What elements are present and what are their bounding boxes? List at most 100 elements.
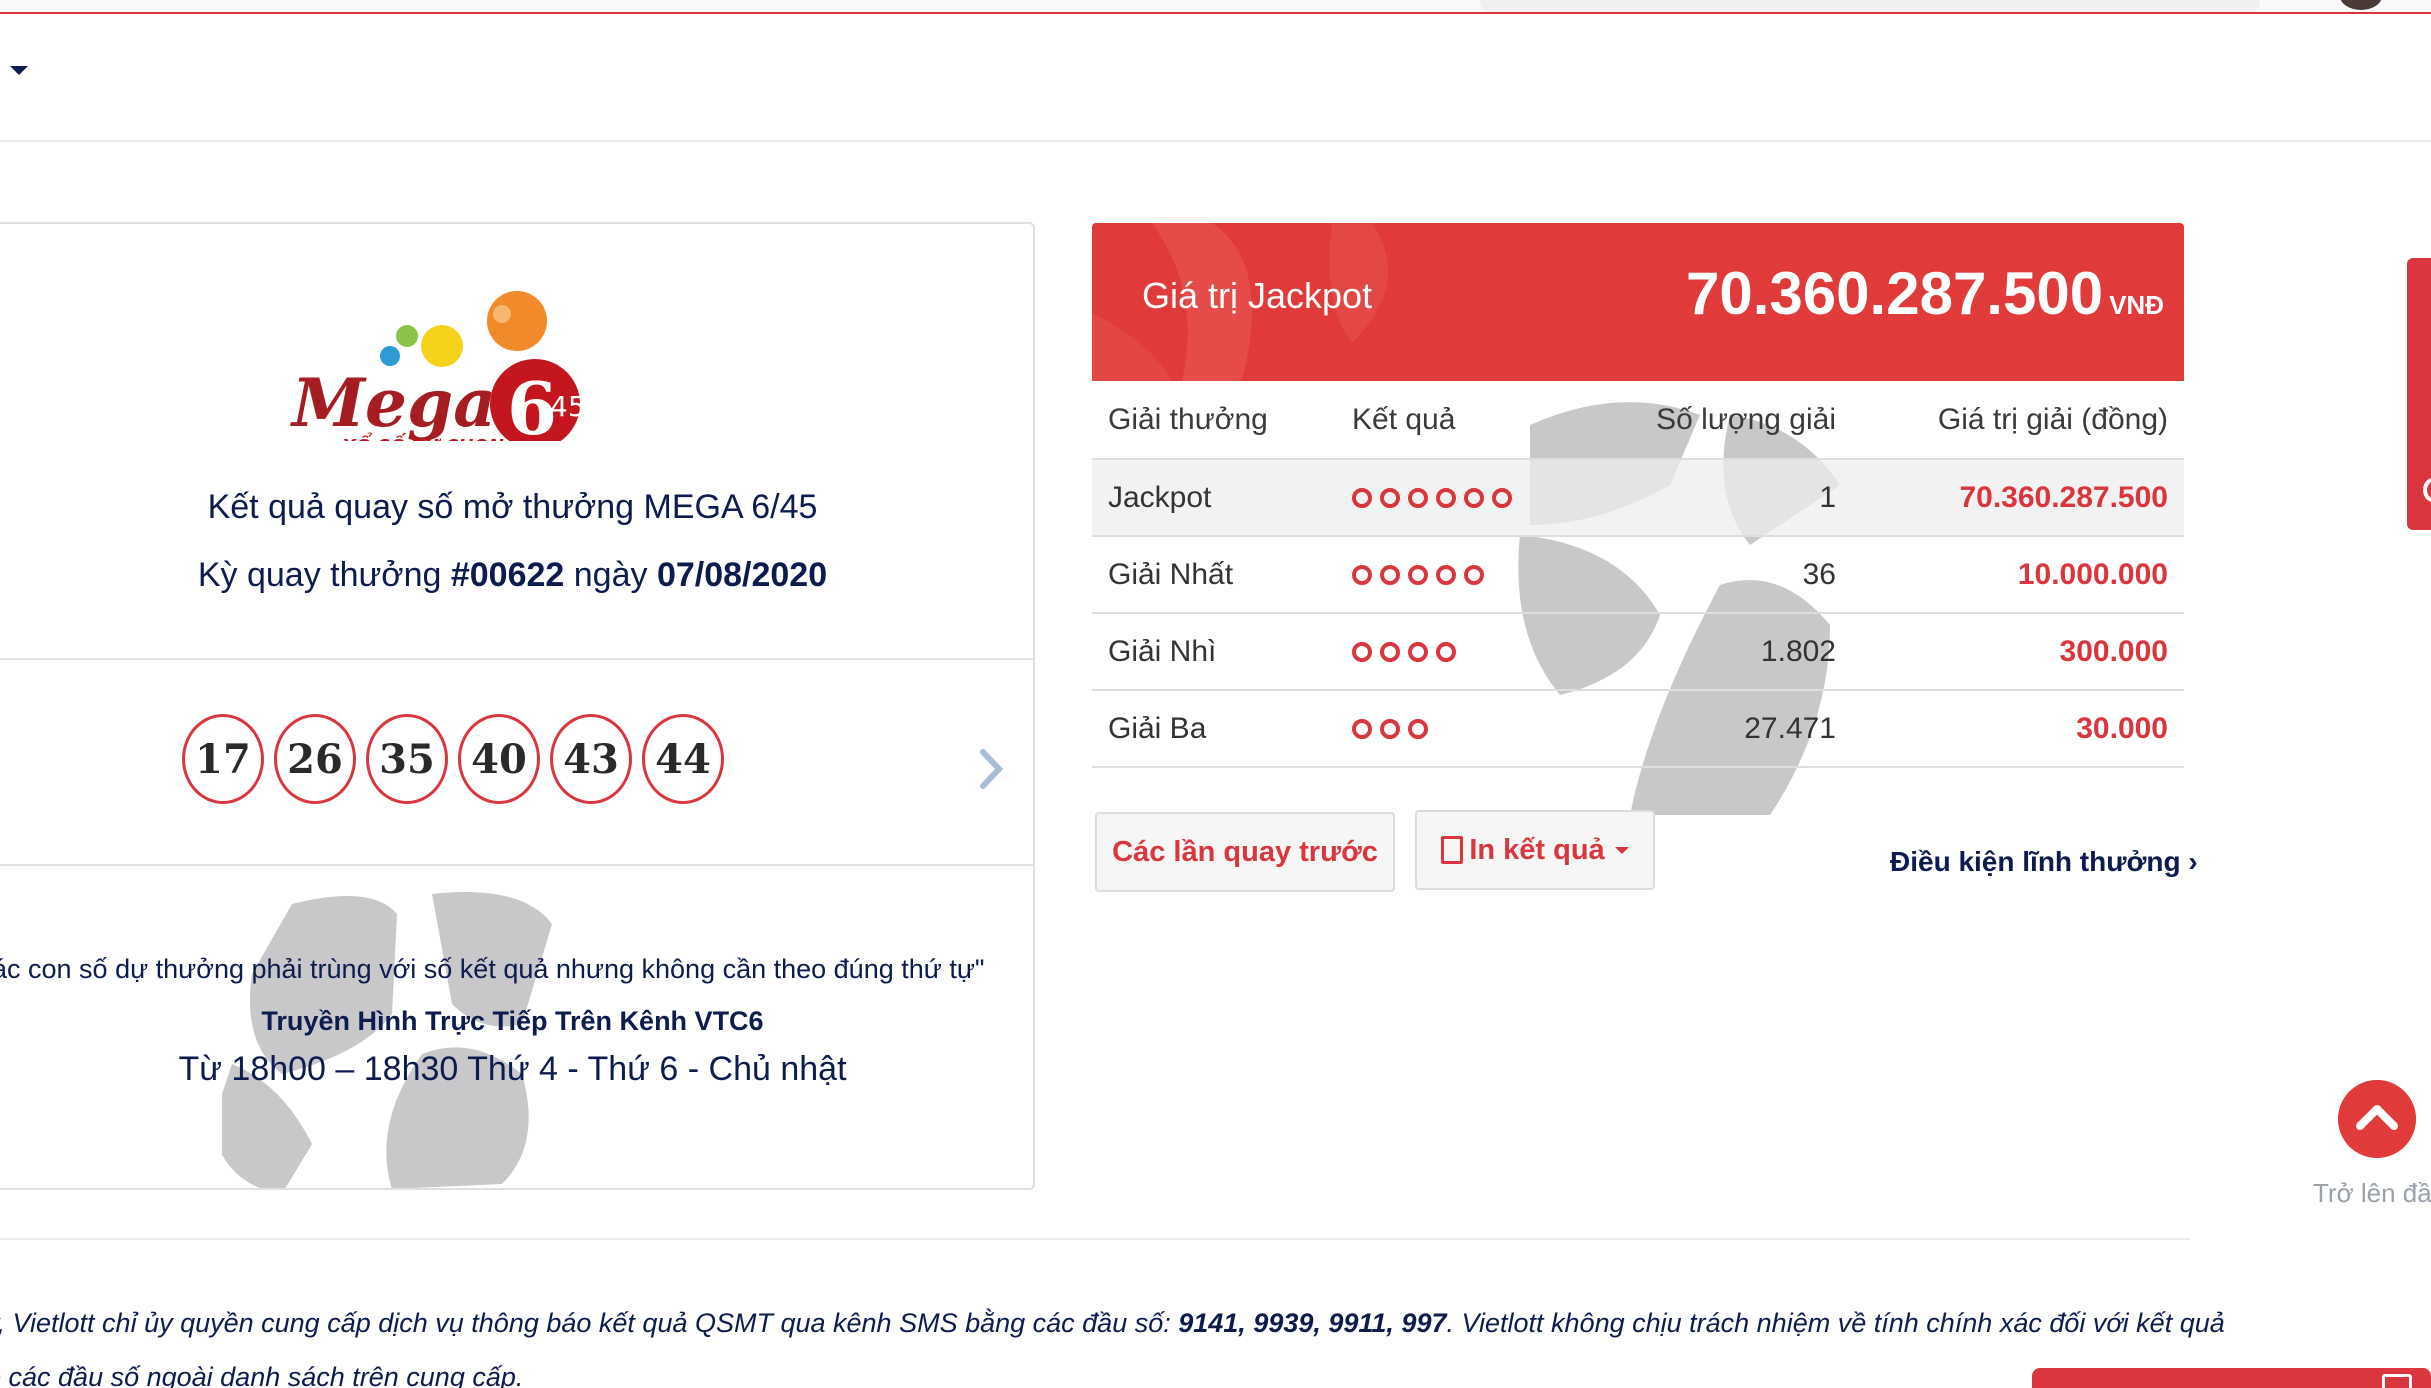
match-dots <box>1352 487 1512 508</box>
draw-info: Kỳ quay thưởng #00622 ngày 07/08/2020 <box>0 556 1033 595</box>
date-label: ngày <box>573 556 648 594</box>
jackpot-amount: 70.360.287.500 <box>1686 260 2104 327</box>
caret-down-icon <box>1614 846 1629 854</box>
previous-draws-button[interactable]: Các lần quay trước <box>1095 812 1395 892</box>
number-ball: 43 <box>550 714 632 804</box>
logo-sub: 45 <box>550 390 586 423</box>
prize-value: 10.000.000 <box>2017 557 2168 591</box>
column-header: Giải thưởng <box>1108 402 1268 436</box>
match-dot-icon <box>1352 487 1372 508</box>
prize-name: Giải Nhì <box>1108 634 1217 668</box>
match-dots <box>1352 641 1456 662</box>
draw-label: Kỳ quay thưởng <box>197 556 442 594</box>
print-results-button[interactable]: In kết quả <box>1415 810 1655 890</box>
logo-wordmark: Mega <box>290 364 496 441</box>
match-dot-icon <box>1436 641 1456 662</box>
number-ball: 35 <box>366 714 448 804</box>
match-dots <box>1352 718 1428 739</box>
number-ball: 40 <box>458 714 540 804</box>
chat-icon <box>2382 1374 2412 1388</box>
table-row: Giải Nhì 1.802 300.000 <box>1092 614 2184 691</box>
sms-disclaimer: y, Vietlott chỉ ủy quyền cung cấp dịch v… <box>0 1296 2225 1388</box>
tv-channel-note: Truyền Hình Trực Tiếp Trên Kênh VTC6 <box>261 1006 764 1036</box>
jackpot-label: Giá trị Jackpot <box>1142 275 1373 316</box>
prize-conditions-link[interactable]: Điều kiện lĩnh thưởng › <box>1890 846 2198 878</box>
sms-numbers: 9141, 9939, 9911, 997 <box>1178 1308 1447 1338</box>
page: Mega 6 45 XỔ SỐ TỰ CHỌN Kết quả quay số … <box>0 0 2431 1388</box>
prize-table: Giải thưởng Kết quả Số lượng giải Giá tr… <box>1092 381 2184 768</box>
prize-value: 300.000 <box>2059 634 2168 668</box>
nav-divider <box>0 140 2431 142</box>
disclaimer-text: . Vietlott không chịu trách nhiệm về tín… <box>1446 1308 2225 1338</box>
match-dot-icon <box>1380 564 1400 585</box>
disclaimer-text: y, Vietlott chỉ ủy quyền cung cấp dịch v… <box>0 1308 1179 1338</box>
prize-value: 30.000 <box>2076 711 2168 745</box>
divider <box>0 658 1033 660</box>
chat-widget[interactable] <box>2032 1368 2431 1388</box>
column-header: Kết quả <box>1352 402 1456 436</box>
chevron-right-icon: › <box>2188 846 2198 877</box>
back-to-top-label: Trở lên đầu <box>2313 1178 2431 1208</box>
previous-draws-label: Các lần quay trước <box>1112 835 1378 868</box>
table-row: Jackpot 1 70.360.287.500 <box>1092 460 2184 537</box>
winner-count: 1 <box>1819 480 1836 514</box>
number-ball: 44 <box>642 714 724 804</box>
match-dot-icon <box>1352 564 1372 585</box>
browser-top-strip <box>0 0 2431 14</box>
search-pill[interactable] <box>1480 0 2260 12</box>
print-results-label: In kết quả <box>1469 833 1605 866</box>
side-feedback-tab[interactable] <box>2407 258 2431 530</box>
divider <box>0 864 1033 866</box>
currency-unit: VNĐ <box>2109 290 2164 320</box>
pdf-file-icon <box>1441 836 1464 864</box>
draw-rule-note: ác con số dự thưởng phải trùng với số kế… <box>0 954 985 984</box>
prize-name: Giải Ba <box>1108 711 1207 745</box>
match-dot-icon <box>1464 487 1484 508</box>
nav-chevron-down-icon[interactable] <box>10 66 28 75</box>
draw-result-panel: Mega 6 45 XỔ SỐ TỰ CHỌN Kết quả quay số … <box>0 222 1035 1190</box>
winner-count: 36 <box>1802 557 1836 591</box>
match-dot-icon <box>1380 718 1400 739</box>
match-dot-icon <box>1352 718 1372 739</box>
table-header-row: Giải thưởng Kết quả Số lượng giải Giá tr… <box>1092 381 2184 460</box>
prize-conditions-label: Điều kiện lĩnh thưởng <box>1890 846 2181 877</box>
jackpot-value: 70.360.287.500 VNĐ <box>1686 259 2164 328</box>
match-dots <box>1352 564 1484 585</box>
footer-divider <box>0 1238 2190 1240</box>
watermark-logo-icon <box>222 892 552 1188</box>
match-dot-icon <box>1408 718 1428 739</box>
disclaimer-line-2: o các đầu số ngoài danh sách trên cung c… <box>0 1362 524 1388</box>
draw-number: #00622 <box>450 556 565 594</box>
number-ball: 26 <box>274 714 356 804</box>
draw-schedule: Từ 18h00 – 18h30 Thứ 4 - Thứ 6 - Chủ nhậ… <box>178 1050 847 1088</box>
draw-title: Kết quả quay số mở thưởng MEGA 6/45 <box>207 488 818 526</box>
match-dot-icon <box>1380 641 1400 662</box>
jackpot-banner: Giá trị Jackpot 70.360.287.500 VNĐ <box>1092 223 2184 381</box>
match-dot-icon <box>1436 564 1456 585</box>
winning-numbers: 17 26 35 40 43 44 <box>182 714 724 804</box>
side-tab-icon <box>2423 478 2431 502</box>
match-dot-icon <box>1352 641 1372 662</box>
match-dot-icon <box>1492 487 1512 508</box>
avatar[interactable] <box>2340 0 2382 10</box>
match-dot-icon <box>1380 487 1400 508</box>
disclaimer-line-1: y, Vietlott chỉ ủy quyền cung cấp dịch v… <box>0 1296 2225 1350</box>
winner-count: 27.471 <box>1744 711 1836 745</box>
winner-count: 1.802 <box>1760 634 1836 668</box>
column-header: Số lượng giải <box>1656 402 1836 436</box>
table-row: Giải Ba 27.471 30.000 <box>1092 691 2184 768</box>
prize-value: 70.360.287.500 <box>1959 480 2168 514</box>
prize-name: Giải Nhất <box>1108 557 1234 591</box>
number-ball: 17 <box>182 714 264 804</box>
match-dot-icon <box>1408 564 1428 585</box>
chevron-right-icon[interactable] <box>977 744 1007 794</box>
table-row: Giải Nhất 36 10.000.000 <box>1092 537 2184 614</box>
match-dot-icon <box>1436 487 1456 508</box>
back-to-top-button[interactable] <box>2338 1080 2416 1158</box>
mega-645-logo: Mega 6 45 XỔ SỐ TỰ CHỌN <box>290 291 586 441</box>
match-dot-icon <box>1464 564 1484 585</box>
column-header: Giá trị giải (đồng) <box>1937 402 2168 436</box>
match-dot-icon <box>1408 487 1428 508</box>
match-dot-icon <box>1408 641 1428 662</box>
draw-date: 07/08/2020 <box>656 556 828 594</box>
